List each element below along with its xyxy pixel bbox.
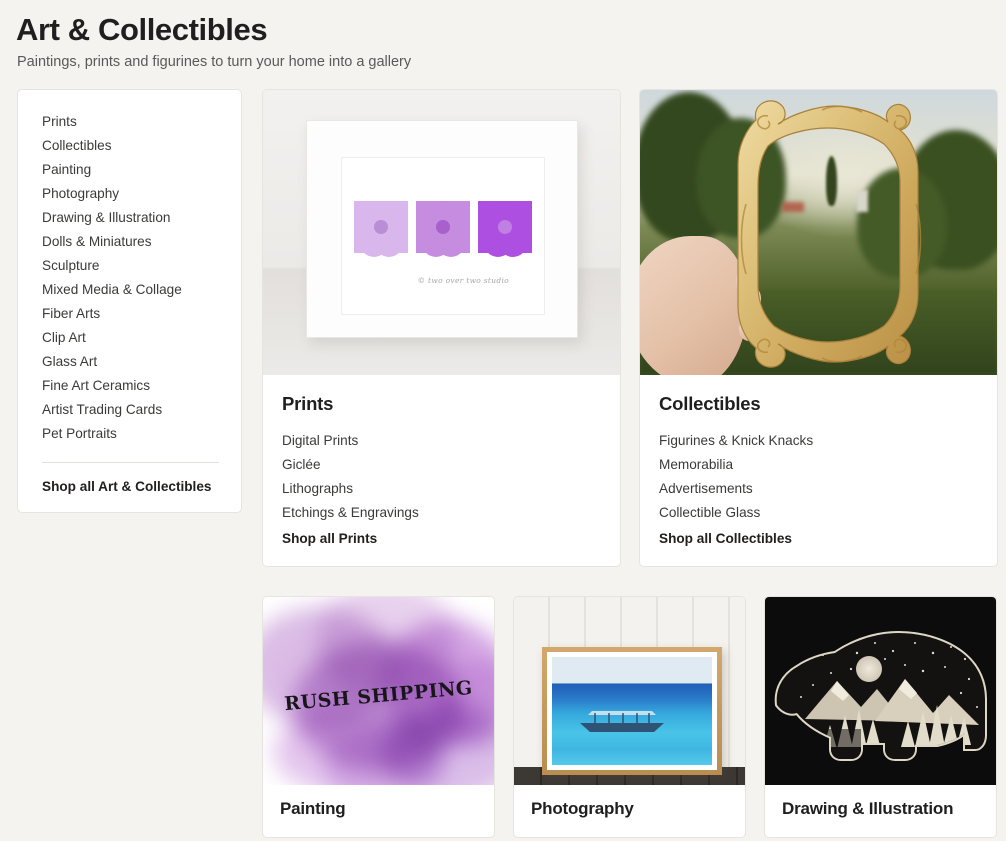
sidebar-item-artist-trading-cards[interactable]: Artist Trading Cards (42, 398, 219, 422)
boat-shape (580, 711, 664, 732)
card-painting-title: Painting (280, 799, 346, 818)
category-sidebar-card: Prints Collectibles Painting Photography… (17, 89, 242, 513)
sidebar-item-mixed-media-collage[interactable]: Mixed Media & Collage (42, 278, 219, 302)
featured-cards-row: © two over two studio Prints Digital Pri… (262, 89, 998, 567)
flower-dark-icon (478, 200, 532, 257)
picture-frame-shape: © two over two studio (306, 120, 578, 338)
sidebar-item-sculpture[interactable]: Sculpture (42, 254, 219, 278)
flower-group (341, 200, 545, 257)
shop-all-prints-link[interactable]: Shop all Prints (282, 531, 601, 546)
card-painting[interactable]: RUSH SHIPPING Painting (262, 596, 495, 838)
watercolor-artwork: RUSH SHIPPING (263, 597, 494, 785)
sidebar-item-fiber-arts[interactable]: Fiber Arts (42, 302, 219, 326)
subcategory-advertisements[interactable]: Advertisements (659, 477, 978, 501)
subcategory-figurines-knick-knacks[interactable]: Figurines & Knick Knacks (659, 429, 978, 453)
subcategory-lithographs[interactable]: Lithographs (282, 477, 601, 501)
card-drawing-image[interactable] (765, 597, 996, 785)
subcategory-collectible-glass[interactable]: Collectible Glass (659, 501, 978, 525)
page-title: Art & Collectibles (16, 12, 268, 47)
card-painting-image[interactable]: RUSH SHIPPING (263, 597, 494, 785)
frame-mat-shape: © two over two studio (341, 157, 545, 315)
card-photography-title: Photography (531, 799, 634, 818)
page-subtitle: Paintings, prints and figurines to turn … (17, 54, 412, 70)
sidebar-divider (42, 462, 219, 463)
framed-boat-photo-artwork (514, 597, 745, 785)
card-prints[interactable]: © two over two studio Prints Digital Pri… (262, 89, 621, 567)
card-prints-body: Prints Digital Prints Giclée Lithographs… (263, 375, 620, 566)
card-prints-subcategory-list: Digital Prints Giclée Lithographs Etchin… (282, 429, 601, 525)
sidebar-item-dolls-miniatures[interactable]: Dolls & Miniatures (42, 230, 219, 254)
card-painting-body: Painting (263, 785, 494, 837)
gold-frame-photo-artwork (640, 90, 997, 375)
card-collectibles[interactable]: Collectibles Figurines & Knick Knacks Me… (639, 89, 998, 567)
card-prints-title: Prints (282, 393, 334, 414)
sidebar-item-collectibles[interactable]: Collectibles (42, 134, 219, 158)
subcategory-memorabilia[interactable]: Memorabilia (659, 453, 978, 477)
card-drawing-illustration[interactable]: Drawing & Illustration (764, 596, 997, 838)
sidebar-item-clip-art[interactable]: Clip Art (42, 326, 219, 350)
card-prints-image[interactable]: © two over two studio (263, 90, 620, 375)
sidebar-item-glass-art[interactable]: Glass Art (42, 350, 219, 374)
category-list: Prints Collectibles Painting Photography… (42, 110, 219, 446)
sidebar-column: Prints Collectibles Painting Photography… (17, 89, 242, 513)
card-collectibles-body: Collectibles Figurines & Knick Knacks Me… (640, 375, 997, 566)
wood-frame-shape (542, 647, 722, 775)
card-drawing-title: Drawing & Illustration (782, 799, 954, 818)
ornate-gold-frame-shape (722, 94, 940, 374)
ocean-photo-shape (552, 657, 712, 765)
photo-mat-shape (547, 652, 717, 770)
flower-medium-icon (416, 200, 470, 257)
sidebar-item-fine-art-ceramics[interactable]: Fine Art Ceramics (42, 374, 219, 398)
sidebar-item-photography[interactable]: Photography (42, 182, 219, 206)
flower-light-icon (354, 200, 408, 257)
card-collectibles-image[interactable] (640, 90, 997, 375)
sidebar-item-prints[interactable]: Prints (42, 110, 219, 134)
secondary-cards-row: RUSH SHIPPING Painting Photography Drawi… (262, 596, 998, 838)
sidebar-item-pet-portraits[interactable]: Pet Portraits (42, 422, 219, 446)
card-photography-body: Photography (514, 785, 745, 837)
card-collectibles-title: Collectibles (659, 393, 761, 414)
sidebar-item-drawing-illustration[interactable]: Drawing & Illustration (42, 206, 219, 230)
framed-flower-print-artwork: © two over two studio (263, 90, 620, 375)
shop-all-collectibles-link[interactable]: Shop all Collectibles (659, 531, 978, 546)
shop-all-art-collectibles-link[interactable]: Shop all Art & Collectibles (42, 479, 219, 494)
card-photography[interactable]: Photography (513, 596, 746, 838)
subcategory-digital-prints[interactable]: Digital Prints (282, 429, 601, 453)
card-photography-image[interactable] (514, 597, 745, 785)
cards-column: © two over two studio Prints Digital Pri… (262, 89, 998, 838)
page-header: Art & Collectibles Paintings, prints and… (0, 0, 1006, 72)
subcategory-giclee[interactable]: Giclée (282, 453, 601, 477)
card-drawing-body: Drawing & Illustration (765, 785, 996, 837)
card-collectibles-subcategory-list: Figurines & Knick Knacks Memorabilia Adv… (659, 429, 978, 525)
subcategory-etchings-engravings[interactable]: Etchings & Engravings (282, 501, 601, 525)
sidebar-item-painting[interactable]: Painting (42, 158, 219, 182)
print-watermark: © two over two studio (417, 276, 509, 285)
bear-illustration-artwork (765, 597, 996, 785)
